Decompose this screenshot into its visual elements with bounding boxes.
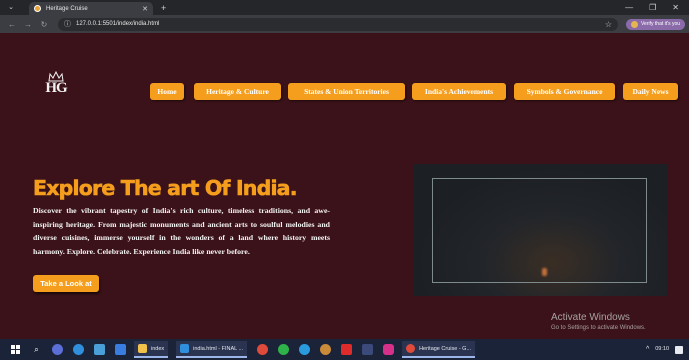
close-window-icon[interactable]: ✕ (672, 3, 679, 12)
windows-start-icon[interactable] (10, 344, 21, 355)
profile-button[interactable]: Verify that it's you (626, 18, 686, 30)
tab-title: Heritage Cruise (46, 5, 88, 12)
take-a-look-button[interactable]: Take a Look at (33, 275, 99, 292)
activate-windows-watermark: Activate Windows Go to Settings to activ… (551, 312, 646, 331)
site-favicon-icon (34, 5, 41, 12)
tab-search-icon[interactable]: ⌄ (5, 2, 17, 14)
browser-tab-bar: ⌄ Heritage Cruise ✕ + — ❐ ✕ (0, 0, 689, 15)
nav-symbols-governance[interactable]: Symbols & Governance (514, 83, 615, 100)
nav-daily-news[interactable]: Daily News (623, 83, 678, 100)
notification-icon[interactable] (675, 345, 683, 354)
sunset-glow (542, 268, 547, 276)
web-page: HG Home Heritage & Culture States & Unio… (0, 33, 689, 339)
close-tab-icon[interactable]: ✕ (142, 5, 148, 13)
profile-label: Verify that it's you (641, 21, 681, 27)
nav-indias-achievements[interactable]: India's Achievements (412, 83, 506, 100)
youtube-icon[interactable] (341, 344, 353, 355)
site-info-icon[interactable]: ⓘ (64, 19, 71, 29)
taskbar-app-vscode[interactable]: india.html - FINAL ... (176, 341, 248, 358)
clock[interactable]: 09:10 (655, 346, 669, 353)
search-icon[interactable]: ⌕ (31, 344, 42, 355)
taskbar-app-label: india.html - FINAL ... (193, 345, 244, 352)
instagram-icon[interactable] (383, 344, 395, 355)
browser-tab[interactable]: Heritage Cruise ✕ (29, 2, 153, 15)
maximize-icon[interactable]: ❐ (649, 3, 656, 12)
system-tray: ^ 09:10 (646, 345, 683, 354)
hero-title: Explore The art Of India. (33, 176, 298, 201)
chrome-icon (406, 344, 416, 353)
forward-icon[interactable]: → (24, 20, 32, 29)
store-icon[interactable] (94, 344, 105, 355)
url-text[interactable]: 127.0.0.1:5501/index/india.html (76, 21, 605, 27)
whatsapp-icon[interactable] (278, 344, 290, 355)
minimize-icon[interactable]: — (625, 3, 633, 12)
edge-icon[interactable] (73, 344, 84, 355)
new-tab-icon[interactable]: + (161, 3, 166, 13)
app-icon[interactable] (115, 344, 126, 355)
bookmark-star-icon[interactable]: ☆ (605, 20, 612, 29)
taskbar-app-label: Heritage Cruise - G... (419, 345, 472, 352)
taskbar-app-label: index (151, 345, 165, 352)
watermark-title: Activate Windows (551, 312, 630, 323)
vscode-icon (180, 344, 190, 353)
reload-icon[interactable]: ↻ (40, 20, 48, 29)
taskbar-app-explorer[interactable]: index (134, 341, 169, 358)
telegram-icon[interactable] (299, 344, 311, 355)
app-icon[interactable] (362, 344, 374, 355)
app-icon[interactable] (320, 344, 332, 355)
image-frame (432, 178, 647, 283)
windows-taskbar: ⌕ index india.html - FINAL ... Heritage … (0, 339, 689, 360)
watermark-subtitle: Go to Settings to activate Windows. (551, 325, 646, 331)
taskbar-app-chrome[interactable]: Heritage Cruise - G... (402, 341, 476, 358)
chevron-up-icon[interactable]: ^ (646, 346, 649, 353)
app-icon[interactable] (52, 344, 63, 355)
back-icon[interactable]: ← (8, 20, 16, 29)
folder-icon (138, 344, 147, 353)
main-navigation: Home Heritage & Culture States & Union T… (150, 83, 678, 100)
profile-avatar-icon (631, 20, 638, 28)
hero-description: Discover the vibrant tapestry of India's… (33, 206, 330, 256)
nav-states-union-territories[interactable]: States & Union Territories (288, 83, 405, 100)
nav-heritage-culture[interactable]: Heritage & Culture (194, 83, 281, 100)
window-controls: — ❐ ✕ (625, 3, 679, 12)
site-logo[interactable]: HG (44, 71, 68, 97)
hero-video-image[interactable] (413, 164, 667, 296)
address-bar[interactable]: ⓘ 127.0.0.1:5501/index/india.html ☆ (58, 17, 618, 31)
nav-home[interactable]: Home (150, 83, 184, 100)
logo-text: HG (45, 80, 67, 96)
browser-toolbar: ← → ↻ ⓘ 127.0.0.1:5501/index/india.html … (0, 15, 689, 33)
chrome-icon[interactable] (257, 344, 269, 355)
